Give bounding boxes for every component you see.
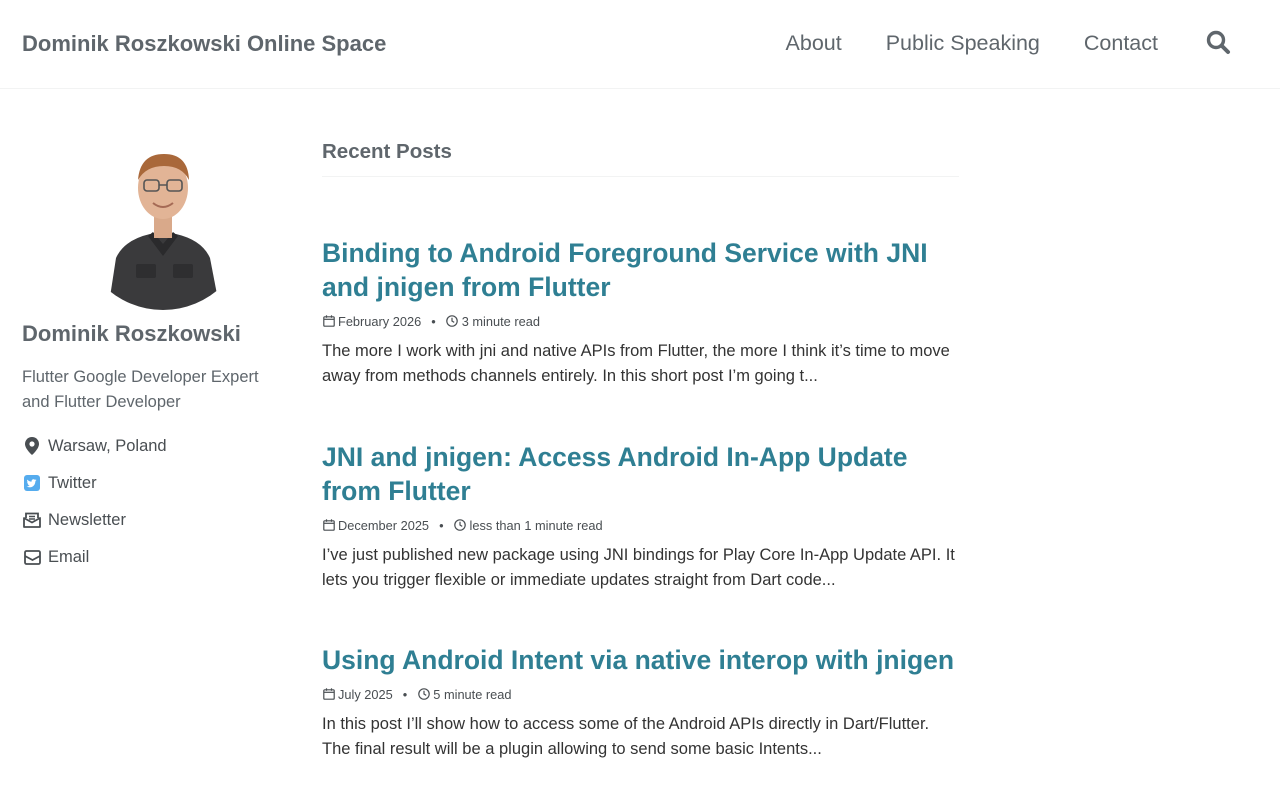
post-read-time: 5 minute read (433, 686, 512, 702)
post-item: Binding to Android Foreground Service wi… (322, 236, 959, 388)
site-title[interactable]: Dominik Roszkowski Online Space (22, 31, 386, 57)
recent-posts: Recent Posts Binding to Android Foregrou… (322, 140, 959, 758)
post-read-time: less than 1 minute read (469, 517, 603, 533)
calendar-icon (322, 688, 335, 701)
calendar-icon (322, 315, 335, 328)
author-location: Warsaw, Poland (22, 436, 167, 456)
newsletter-icon (22, 510, 42, 530)
post-read-time: 3 minute read (461, 313, 540, 329)
nav-item-contact[interactable]: Contact (1084, 31, 1158, 56)
author-links: Warsaw, Poland Twitter Newsletter Email (22, 436, 167, 584)
post-excerpt: The more I work with jni and native APIs… (322, 342, 950, 385)
meta-separator: • (439, 517, 444, 533)
nav-item-about[interactable]: About (786, 31, 842, 56)
post-meta: December 2025 • less than 1 minute read (322, 517, 959, 533)
post-item: JNI and jnigen: Access Android In-App Up… (322, 440, 959, 592)
post-excerpt: In this post I’ll show how to access som… (322, 715, 930, 758)
twitter-icon (22, 473, 42, 493)
calendar-icon (322, 519, 335, 532)
post-meta: July 2025 • 5 minute read (322, 686, 959, 702)
author-link-email-label[interactable]: Email (48, 548, 89, 567)
clock-icon (446, 315, 459, 328)
post-date: December 2025 (338, 517, 430, 533)
masthead: Dominik Roszkowski Online Space About Pu… (0, 0, 1280, 89)
author-name: Dominik Roszkowski (22, 321, 241, 346)
post-item: Using Android Intent via native interop … (322, 643, 959, 761)
author-link-twitter-label[interactable]: Twitter (48, 474, 97, 493)
author-link-newsletter-label[interactable]: Newsletter (48, 511, 126, 530)
post-excerpt: I’ve just published new package using JN… (322, 546, 955, 589)
location-pin-icon (22, 436, 42, 456)
search-icon[interactable] (1205, 29, 1233, 57)
post-meta: February 2026 • 3 minute read (322, 313, 959, 329)
author-link-email[interactable]: Email (22, 547, 167, 567)
author-location-label: Warsaw, Poland (48, 436, 167, 455)
clock-icon (417, 688, 430, 701)
recent-posts-heading: Recent Posts (322, 140, 959, 177)
nav-item-public-speaking[interactable]: Public Speaking (886, 31, 1040, 56)
post-title-link[interactable]: Using Android Intent via native interop … (322, 643, 959, 677)
main-nav: About Public Speaking Contact (786, 31, 1158, 56)
meta-separator: • (431, 313, 436, 329)
meta-separator: • (402, 686, 408, 702)
author-link-twitter[interactable]: Twitter (22, 473, 167, 493)
author-link-newsletter[interactable]: Newsletter (22, 510, 167, 530)
post-title-link[interactable]: JNI and jnigen: Access Android In-App Up… (322, 440, 959, 508)
avatar (78, 140, 248, 310)
post-title-link[interactable]: Binding to Android Foreground Service wi… (322, 236, 959, 304)
post-date: February 2026 (338, 313, 422, 329)
post-date: July 2025 (338, 686, 393, 702)
email-icon (22, 547, 42, 567)
clock-icon (454, 519, 467, 532)
author-bio: Flutter Google Developer Expert and Flut… (22, 368, 259, 411)
